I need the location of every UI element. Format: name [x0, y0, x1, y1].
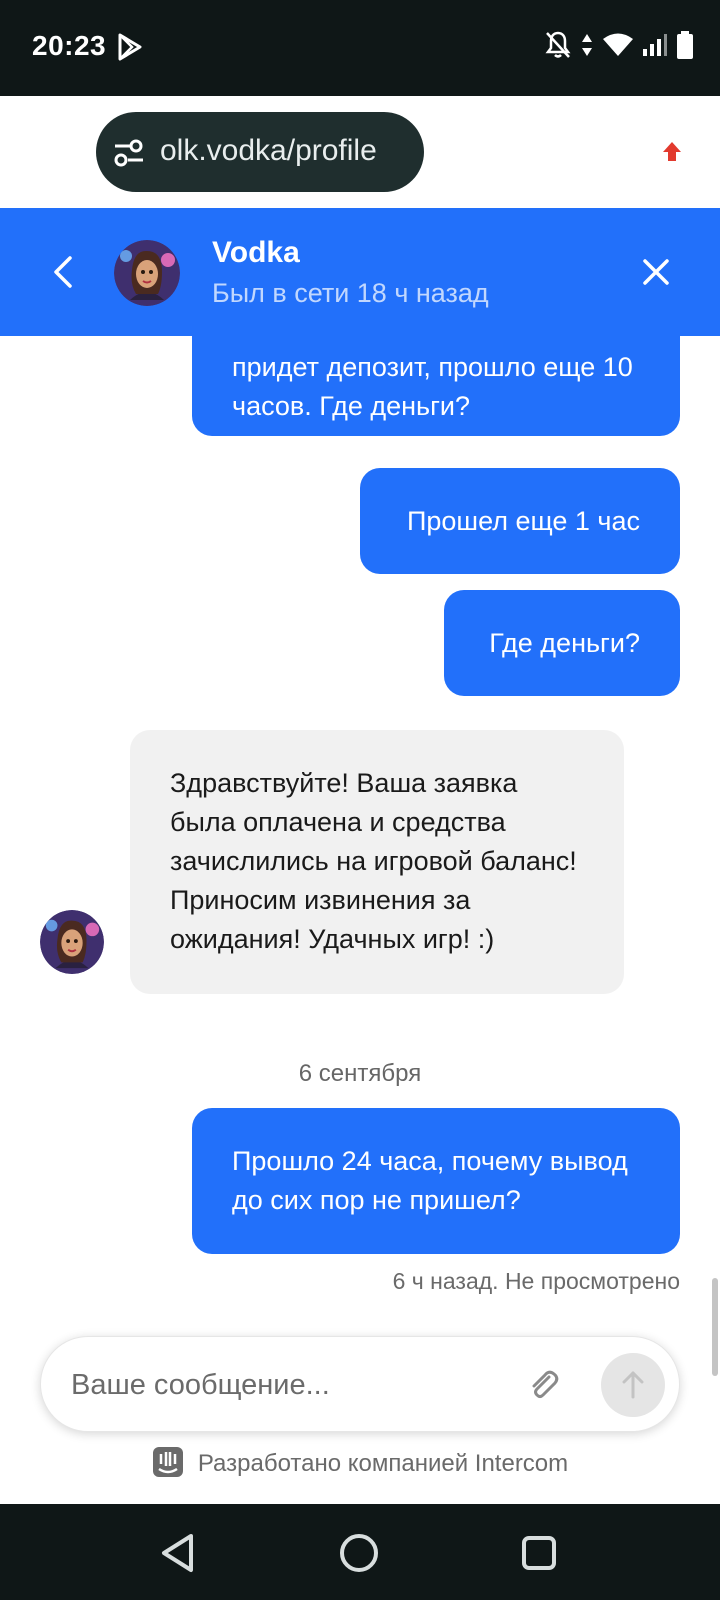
- arrow-up-icon: [622, 1371, 644, 1399]
- message-status: 6 ч назад. Не просмотрено: [392, 1268, 680, 1294]
- address-bar[interactable]: olk.vodka/profile: [96, 112, 424, 192]
- home-icon[interactable]: [26, 130, 70, 174]
- notifications-muted-icon: [545, 31, 571, 58]
- nav-recents-icon[interactable]: [522, 1536, 556, 1570]
- play-store-icon: [118, 33, 142, 61]
- signal-icon: [643, 34, 667, 56]
- status-bar: 20:23: [0, 0, 720, 96]
- agent-name: Vodka: [212, 236, 300, 269]
- close-icon[interactable]: [638, 254, 674, 290]
- powered-by[interactable]: Разработано компанией Intercom: [0, 1446, 720, 1478]
- new-tab-icon[interactable]: [452, 124, 488, 180]
- powered-by-text: Разработано компанией Intercom: [197, 1450, 569, 1477]
- status-time: 20:23: [32, 30, 107, 61]
- send-button[interactable]: [601, 1353, 665, 1417]
- scrollbar[interactable]: [712, 1278, 718, 1376]
- back-chevron-icon[interactable]: [46, 252, 82, 292]
- outgoing-message: придет депозит, прошло еще 10 часов. Где…: [192, 336, 680, 436]
- incoming-message: Здравствуйте! Ваша заявка была оплачена …: [130, 730, 624, 994]
- paperclip-icon[interactable]: [525, 1367, 561, 1403]
- status-icons: [544, 30, 694, 60]
- nav-back-icon[interactable]: [158, 1532, 198, 1574]
- date-separator: 6 сентября: [298, 1060, 422, 1087]
- agent-last-seen: Был в сети 18 ч назад: [212, 278, 489, 308]
- wifi-icon: [603, 33, 633, 56]
- outgoing-message: Прошло 24 часа, почему вывод до сих пор …: [192, 1108, 680, 1254]
- outgoing-message: Прошел еще 1 час: [360, 468, 680, 574]
- url-text: olk.vodka/profile: [160, 134, 377, 167]
- nav-home-icon[interactable]: [340, 1534, 378, 1572]
- agent-message-avatar: [40, 910, 104, 974]
- outgoing-message: Где деньги?: [444, 590, 680, 696]
- site-settings-icon[interactable]: [112, 136, 146, 170]
- message-input[interactable]: [71, 1359, 511, 1411]
- intercom-logo-icon: [152, 1446, 183, 1477]
- system-nav-bar: [0, 1504, 720, 1600]
- message-list[interactable]: придет депозит, прошло еще 10 часов. Где…: [0, 336, 720, 1328]
- battery-icon: [677, 31, 693, 59]
- update-icon[interactable]: [654, 134, 690, 170]
- tabs-button[interactable]: 2: [558, 134, 594, 170]
- message-composer: [40, 1336, 680, 1432]
- agent-avatar: [114, 240, 180, 306]
- data-arrows-icon: [582, 34, 592, 56]
- chat-header: Vodka Был в сети 18 ч назад: [0, 208, 720, 336]
